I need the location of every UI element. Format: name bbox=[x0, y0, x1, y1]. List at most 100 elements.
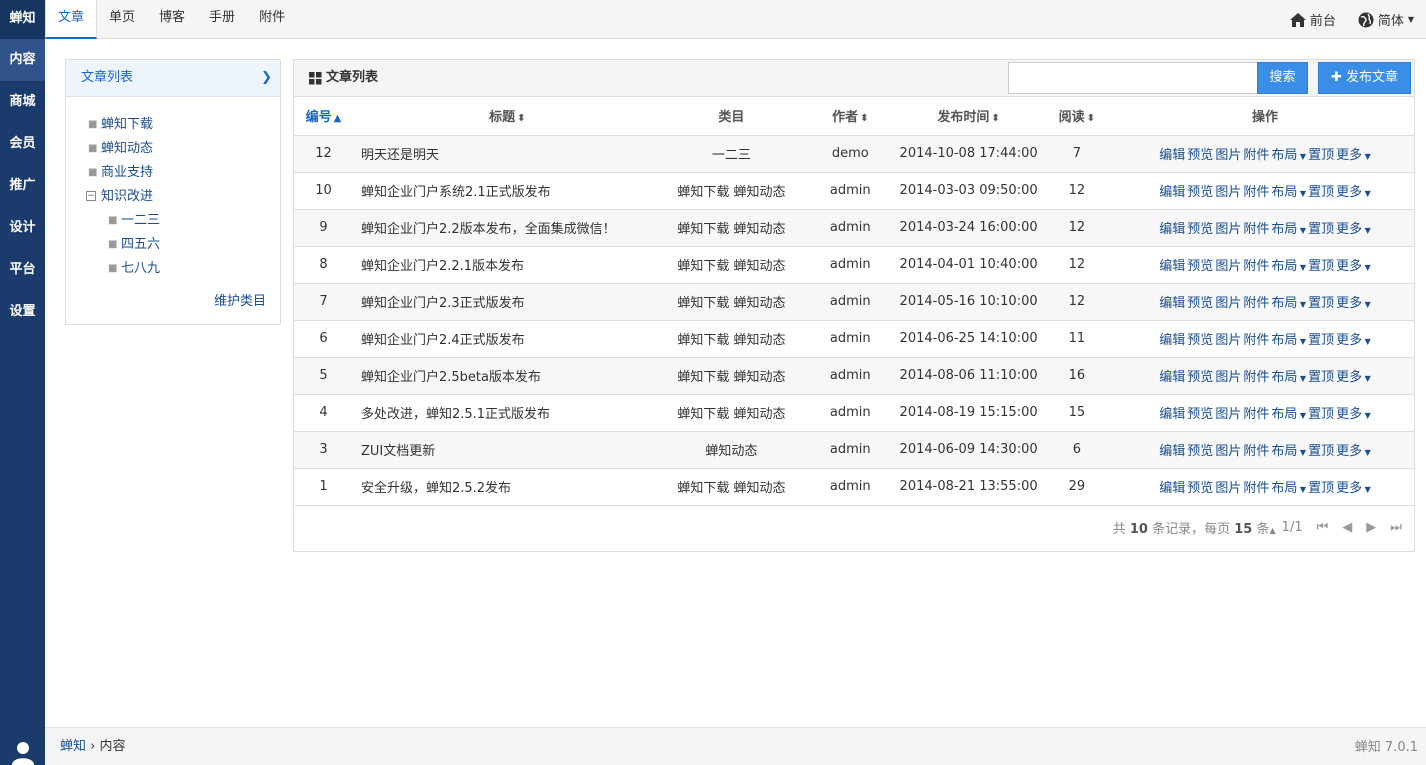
tree-item[interactable]: ■ 一二三 bbox=[66, 209, 280, 233]
next-page-icon[interactable]: ▶ bbox=[1366, 520, 1376, 535]
tab-manual[interactable]: 手册 bbox=[197, 0, 247, 39]
preview-link[interactable]: 预览 bbox=[1187, 407, 1213, 422]
image-link[interactable]: 图片 bbox=[1215, 370, 1241, 385]
more-link[interactable]: 更多 ▼ bbox=[1336, 148, 1371, 163]
nav-item-settings[interactable]: 设置 bbox=[0, 291, 45, 333]
nav-item-design[interactable]: 设计 bbox=[0, 207, 45, 249]
nav-item-content[interactable]: 内容 bbox=[0, 39, 45, 81]
maintain-categories-link[interactable]: 维护类目 bbox=[214, 290, 266, 309]
edit-link[interactable]: 编辑 bbox=[1159, 259, 1185, 274]
tree-item[interactable]: ■ 商业支持 bbox=[66, 161, 280, 185]
nav-item-promote[interactable]: 推广 bbox=[0, 165, 45, 207]
attachment-link[interactable]: 附件 bbox=[1243, 407, 1269, 422]
tree-item[interactable]: ■ 蝉知下载 bbox=[66, 113, 280, 137]
preview-link[interactable]: 预览 bbox=[1187, 370, 1213, 385]
preview-link[interactable]: 预览 bbox=[1187, 148, 1213, 163]
edit-link[interactable]: 编辑 bbox=[1159, 185, 1185, 200]
more-link[interactable]: 更多 ▼ bbox=[1336, 222, 1371, 237]
top-link[interactable]: 置顶 bbox=[1308, 259, 1334, 274]
top-link[interactable]: 置顶 bbox=[1308, 444, 1334, 459]
image-link[interactable]: 图片 bbox=[1215, 222, 1241, 237]
layout-link[interactable]: 布局 ▼ bbox=[1271, 444, 1306, 459]
preview-link[interactable]: 预览 bbox=[1187, 185, 1213, 200]
image-link[interactable]: 图片 bbox=[1215, 444, 1241, 459]
more-link[interactable]: 更多 ▼ bbox=[1336, 370, 1371, 385]
preview-link[interactable]: 预览 bbox=[1187, 296, 1213, 311]
language-dropdown[interactable]: 简体 ▼ bbox=[1358, 10, 1414, 29]
image-link[interactable]: 图片 bbox=[1215, 148, 1241, 163]
top-link[interactable]: 置顶 bbox=[1308, 296, 1334, 311]
column-header-title[interactable]: 标题 ⬍ bbox=[352, 97, 662, 136]
tree-item[interactable]: ■ 蝉知动态 bbox=[66, 137, 280, 161]
top-link[interactable]: 置顶 bbox=[1308, 481, 1334, 496]
edit-link[interactable]: 编辑 bbox=[1159, 444, 1185, 459]
column-header-id[interactable]: 编号 ▲ bbox=[294, 97, 353, 136]
search-input[interactable] bbox=[1008, 62, 1258, 94]
more-link[interactable]: 更多 ▼ bbox=[1336, 185, 1371, 200]
top-link[interactable]: 置顶 bbox=[1308, 222, 1334, 237]
edit-link[interactable]: 编辑 bbox=[1159, 407, 1185, 422]
more-link[interactable]: 更多 ▼ bbox=[1336, 296, 1371, 311]
search-button[interactable]: 搜索 bbox=[1257, 62, 1308, 94]
more-link[interactable]: 更多 ▼ bbox=[1336, 333, 1371, 348]
more-link[interactable]: 更多 ▼ bbox=[1336, 444, 1371, 459]
layout-link[interactable]: 布局 ▼ bbox=[1271, 222, 1306, 237]
top-link[interactable]: 置顶 bbox=[1308, 407, 1334, 422]
layout-link[interactable]: 布局 ▼ bbox=[1271, 296, 1306, 311]
nav-item-platform[interactable]: 平台 bbox=[0, 249, 45, 291]
preview-link[interactable]: 预览 bbox=[1187, 259, 1213, 274]
preview-link[interactable]: 预览 bbox=[1187, 222, 1213, 237]
brand-logo[interactable]: 蝉知 bbox=[0, 0, 45, 39]
attachment-link[interactable]: 附件 bbox=[1243, 370, 1269, 385]
attachment-link[interactable]: 附件 bbox=[1243, 185, 1269, 200]
edit-link[interactable]: 编辑 bbox=[1159, 222, 1185, 237]
layout-link[interactable]: 布局 ▼ bbox=[1271, 259, 1306, 274]
edit-link[interactable]: 编辑 bbox=[1159, 296, 1185, 311]
image-link[interactable]: 图片 bbox=[1215, 259, 1241, 274]
top-link[interactable]: 置顶 bbox=[1308, 148, 1334, 163]
layout-link[interactable]: 布局 ▼ bbox=[1271, 481, 1306, 496]
edit-link[interactable]: 编辑 bbox=[1159, 370, 1185, 385]
attachment-link[interactable]: 附件 bbox=[1243, 148, 1269, 163]
tab-page[interactable]: 单页 bbox=[97, 0, 147, 39]
attachment-link[interactable]: 附件 bbox=[1243, 481, 1269, 496]
preview-link[interactable]: 预览 bbox=[1187, 333, 1213, 348]
top-link[interactable]: 置顶 bbox=[1308, 185, 1334, 200]
collapse-icon[interactable]: − bbox=[86, 191, 96, 201]
image-link[interactable]: 图片 bbox=[1215, 296, 1241, 311]
publish-article-button[interactable]: ✚ 发布文章 bbox=[1318, 62, 1411, 94]
last-page-icon[interactable]: ⏭ bbox=[1390, 520, 1402, 535]
layout-link[interactable]: 布局 ▼ bbox=[1271, 370, 1306, 385]
image-link[interactable]: 图片 bbox=[1215, 407, 1241, 422]
layout-link[interactable]: 布局 ▼ bbox=[1271, 148, 1306, 163]
tab-blog[interactable]: 博客 bbox=[147, 0, 197, 39]
user-icon[interactable] bbox=[0, 727, 45, 765]
first-page-icon[interactable]: ⏮ bbox=[1317, 520, 1329, 535]
tree-item[interactable]: − 知识改进 bbox=[66, 185, 280, 209]
layout-link[interactable]: 布局 ▼ bbox=[1271, 185, 1306, 200]
preview-link[interactable]: 预览 bbox=[1187, 481, 1213, 496]
nav-item-shop[interactable]: 商城 bbox=[0, 81, 45, 123]
top-link[interactable]: 置顶 bbox=[1308, 333, 1334, 348]
attachment-link[interactable]: 附件 bbox=[1243, 333, 1269, 348]
column-header-author[interactable]: 作者 ⬍ bbox=[801, 97, 900, 136]
edit-link[interactable]: 编辑 bbox=[1159, 481, 1185, 496]
breadcrumb-home[interactable]: 蝉知 bbox=[60, 739, 86, 754]
column-header-time[interactable]: 发布时间 ⬍ bbox=[899, 97, 1038, 136]
attachment-link[interactable]: 附件 bbox=[1243, 296, 1269, 311]
more-link[interactable]: 更多 ▼ bbox=[1336, 407, 1371, 422]
more-link[interactable]: 更多 ▼ bbox=[1336, 259, 1371, 274]
tree-item[interactable]: ■ 七八九 bbox=[66, 257, 280, 281]
layout-link[interactable]: 布局 ▼ bbox=[1271, 333, 1306, 348]
top-link[interactable]: 置顶 bbox=[1308, 370, 1334, 385]
image-link[interactable]: 图片 bbox=[1215, 185, 1241, 200]
attachment-link[interactable]: 附件 bbox=[1243, 222, 1269, 237]
attachment-link[interactable]: 附件 bbox=[1243, 259, 1269, 274]
attachment-link[interactable]: 附件 bbox=[1243, 444, 1269, 459]
edit-link[interactable]: 编辑 bbox=[1159, 148, 1185, 163]
prev-page-icon[interactable]: ◀ bbox=[1342, 520, 1352, 535]
column-header-views[interactable]: 阅读 ⬍ bbox=[1037, 97, 1117, 136]
preview-link[interactable]: 预览 bbox=[1187, 444, 1213, 459]
tree-item[interactable]: ■ 四五六 bbox=[66, 233, 280, 257]
chevron-up-icon[interactable]: ▲ bbox=[1270, 526, 1276, 535]
